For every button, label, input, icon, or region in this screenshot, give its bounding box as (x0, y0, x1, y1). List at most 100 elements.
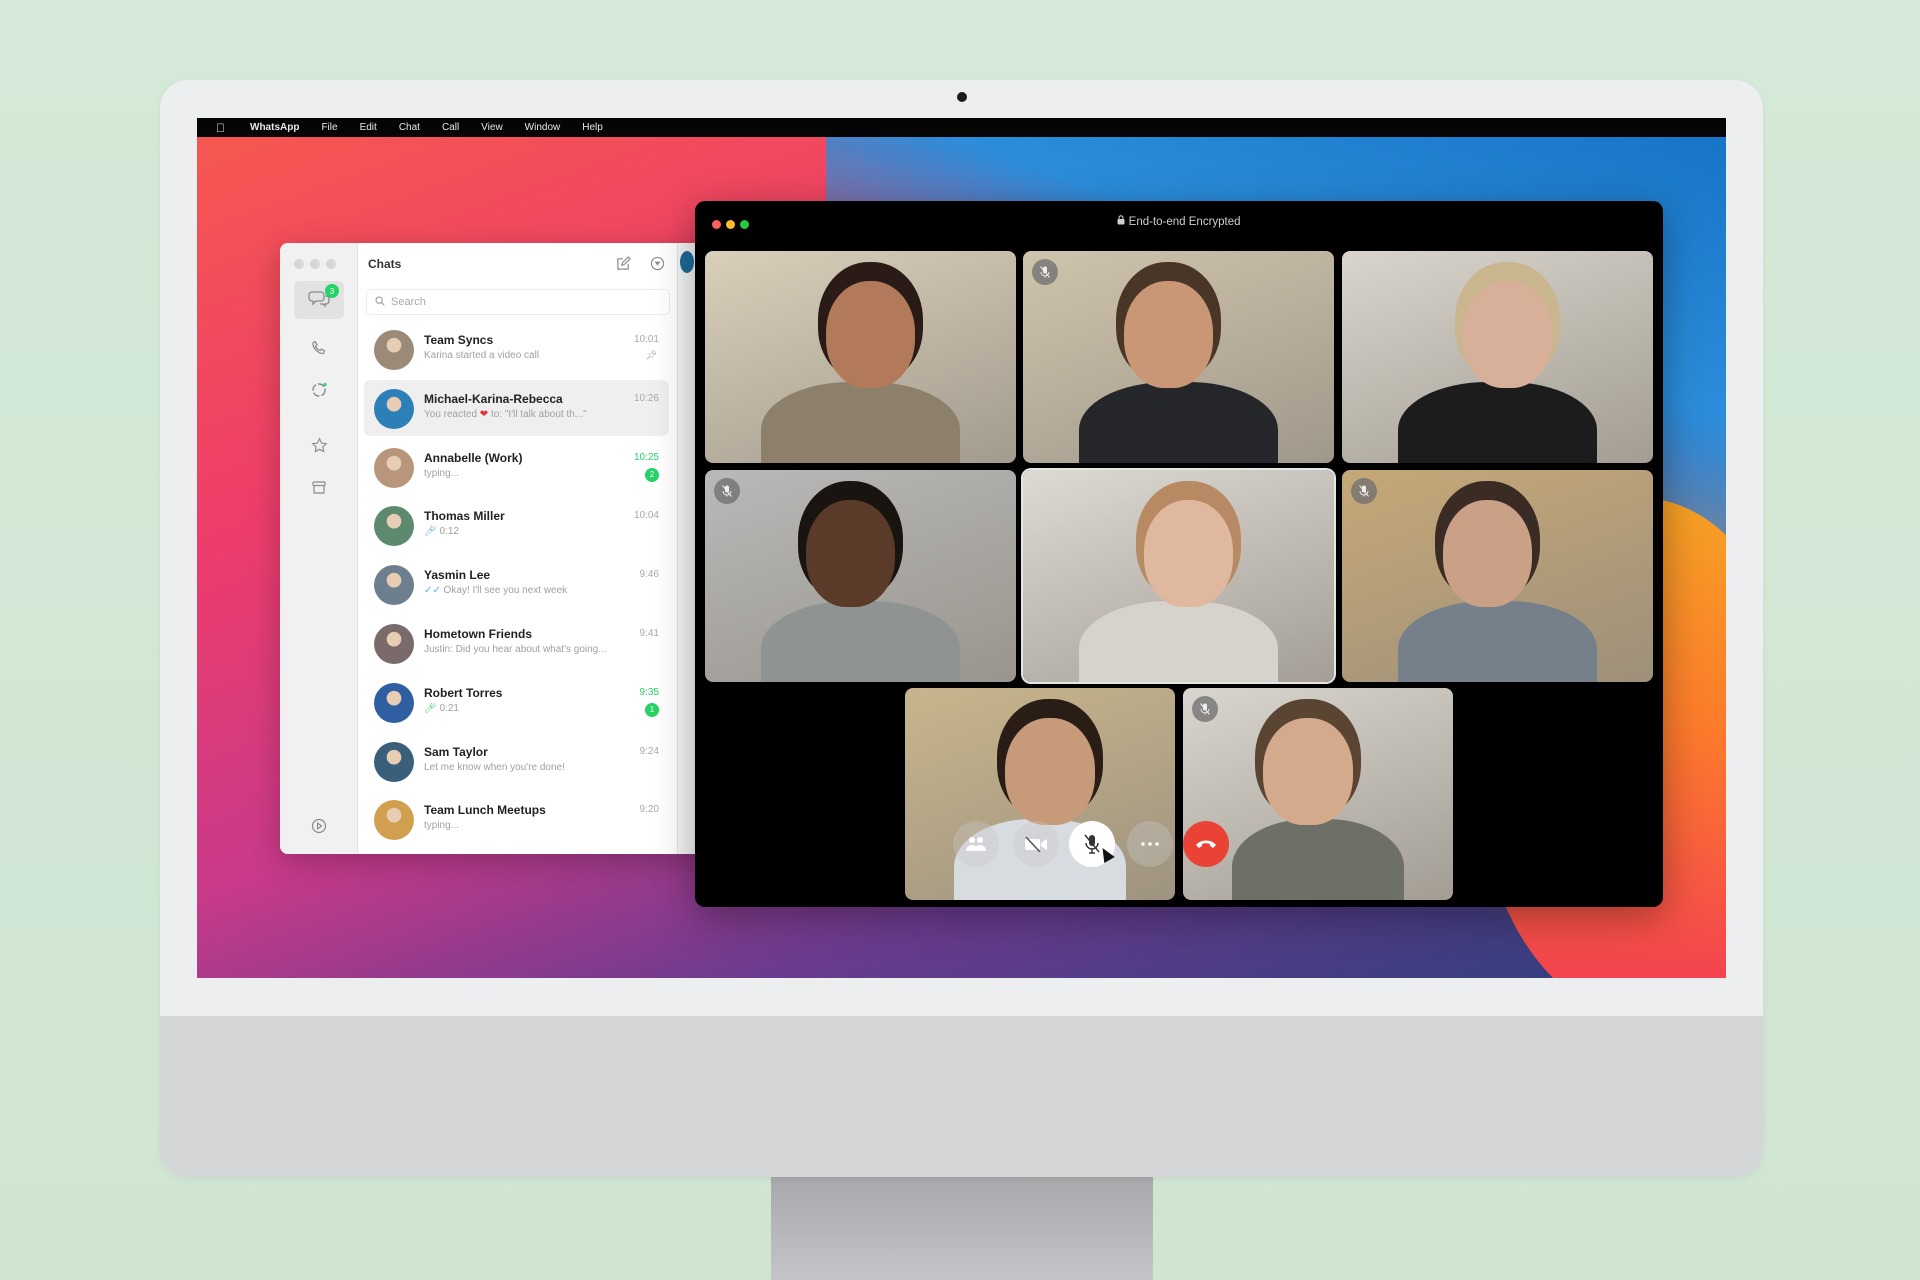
phone-icon (311, 340, 327, 361)
muted-mic-icon (714, 478, 740, 504)
chat-name: Team Lunch Meetups (424, 803, 546, 818)
voice-note-icon: 🎤︎ (424, 526, 440, 538)
participant-video-tile[interactable] (705, 251, 1016, 463)
participant-face (1462, 280, 1552, 388)
chat-time: 9:35 (639, 686, 659, 698)
chat-name: Yasmin Lee (424, 568, 491, 583)
participant-body (1397, 382, 1597, 463)
chat-name: Thomas Miller (424, 509, 505, 524)
participant-video-tile[interactable] (1342, 251, 1653, 463)
chat-list-item[interactable]: Sam Taylor Let me know when you're done!… (364, 733, 669, 789)
unread-count-badge: 2 (645, 467, 659, 482)
rail-item-calls[interactable] (294, 331, 344, 369)
rail-item-chats[interactable]: 3 (294, 281, 344, 319)
participant-body (1078, 601, 1278, 682)
apple-logo-icon[interactable]:  (216, 121, 228, 135)
participant-body (1078, 382, 1278, 463)
chat-time: 9:20 (639, 804, 659, 816)
chat-list-item[interactable]: Thomas Miller 🎤︎ 0:12 10:04 (364, 497, 669, 553)
rail-item-archived[interactable] (294, 471, 344, 509)
chat-name: Hometown Friends (424, 627, 533, 641)
participant-video-tile[interactable] (905, 688, 1175, 900)
window-close-button[interactable] (294, 259, 304, 269)
chat-name: Robert Torres (424, 685, 503, 700)
chat-name: Annabelle (Work) (424, 450, 523, 465)
participant-face (1442, 499, 1532, 607)
video-off-icon (1024, 836, 1048, 852)
muted-mic-icon (1032, 259, 1058, 285)
panel-title: Chats (368, 257, 402, 271)
menu-chat[interactable]: Chat (399, 122, 420, 133)
chat-preview: 🎤︎ 0:21 (424, 702, 459, 714)
chat-time: 10:04 (633, 510, 659, 522)
menu-help[interactable]: Help (582, 122, 603, 133)
end-call-icon (1195, 839, 1217, 849)
menu-bar:  WhatsApp File Edit Chat Call View Wind… (197, 118, 1726, 137)
chat-list-item[interactable]: Michael-Karina-Rebecca You reacted ❤ to:… (364, 379, 669, 436)
chat-avatar (374, 682, 414, 723)
search-placeholder: Search (391, 296, 426, 308)
rail-item-status[interactable] (294, 373, 344, 411)
window-minimize-button[interactable] (310, 259, 320, 269)
chat-time: 9:24 (639, 745, 659, 757)
rail-item-settings[interactable] (294, 809, 344, 847)
call-title: End-to-end Encrypted (695, 215, 1663, 228)
chat-preview: ✓✓ Okay! I'll see you next week (424, 585, 568, 597)
chat-avatar (374, 624, 414, 664)
chat-list-item[interactable]: Team Syncs Karina started a video call 1… (364, 321, 669, 377)
participant-video-tile[interactable] (1342, 470, 1653, 682)
menu-view[interactable]: View (481, 122, 503, 133)
participant-video-tile[interactable] (1023, 251, 1334, 463)
desktop-screen:  WhatsApp File Edit Chat Call View Wind… (197, 118, 1726, 978)
participant-video-tile[interactable] (705, 470, 1016, 682)
chat-list-item[interactable]: Team Lunch Meetups typing... 9:20 (364, 791, 669, 847)
chat-preview: Justin: Did you hear about what's going.… (424, 644, 607, 655)
chat-name: Team Syncs (424, 333, 494, 347)
conversation-avatar (680, 251, 694, 273)
chat-list-item[interactable]: Annabelle (Work) typing... 10:25 2 (364, 439, 669, 495)
participant-body (760, 382, 960, 463)
window-zoom-button[interactable] (326, 259, 336, 269)
chats-window: 3 Chats Search Team Syncs Karina started… (280, 243, 730, 854)
end-call-button[interactable] (1183, 821, 1229, 867)
chat-time: 10:01 (633, 334, 659, 345)
chat-avatar (374, 565, 414, 606)
more-button[interactable] (1127, 821, 1173, 867)
participant-body (1397, 601, 1597, 682)
participant-video-tile[interactable] (1023, 470, 1334, 682)
chat-list-item[interactable]: Hometown Friends Justin: Did you hear ab… (364, 615, 669, 671)
chat-list-panel: Chats Search Team Syncs Karina started a… (358, 243, 676, 854)
menu-window[interactable]: Window (525, 122, 561, 133)
participant-face (1123, 280, 1213, 388)
chat-preview: Karina started a video call (424, 350, 540, 361)
webcam (957, 92, 967, 102)
rail-item-starred[interactable] (294, 429, 344, 467)
video-off-button[interactable] (1013, 821, 1059, 867)
more-icon (1141, 842, 1159, 846)
participant-face (825, 280, 915, 388)
menu-file[interactable]: File (321, 122, 337, 133)
monitor-chin (160, 1016, 1763, 1177)
chat-name: Michael-Karina-Rebecca (424, 391, 563, 406)
heart-reaction-icon: ❤ (479, 408, 489, 420)
menu-call[interactable]: Call (442, 122, 459, 133)
chat-time: 10:25 (633, 451, 659, 463)
menu-edit[interactable]: Edit (360, 122, 377, 133)
muted-mic-icon (1192, 696, 1218, 722)
chat-avatar (374, 330, 414, 370)
participants-button[interactable] (953, 821, 999, 867)
chat-avatar (374, 741, 414, 782)
monitor-stand (771, 1177, 1153, 1280)
chat-list-item[interactable]: Yasmin Lee ✓✓ Okay! I'll see you next we… (364, 556, 669, 612)
participant-video-tile[interactable] (1183, 688, 1453, 900)
chat-preview: 🎤︎ 0:12 (424, 526, 459, 538)
menu-whatsapp[interactable]: WhatsApp (250, 122, 299, 133)
new-chat-icon[interactable] (614, 254, 632, 272)
search-input[interactable]: Search (366, 289, 670, 315)
participant-body (760, 601, 960, 682)
chat-preview: typing... (424, 467, 460, 479)
chat-list-item[interactable]: Robert Torres 🎤︎ 0:21 9:35 1 (364, 674, 669, 730)
filter-icon[interactable] (648, 254, 666, 272)
chat-avatar (374, 388, 414, 429)
participant-face (805, 499, 895, 607)
